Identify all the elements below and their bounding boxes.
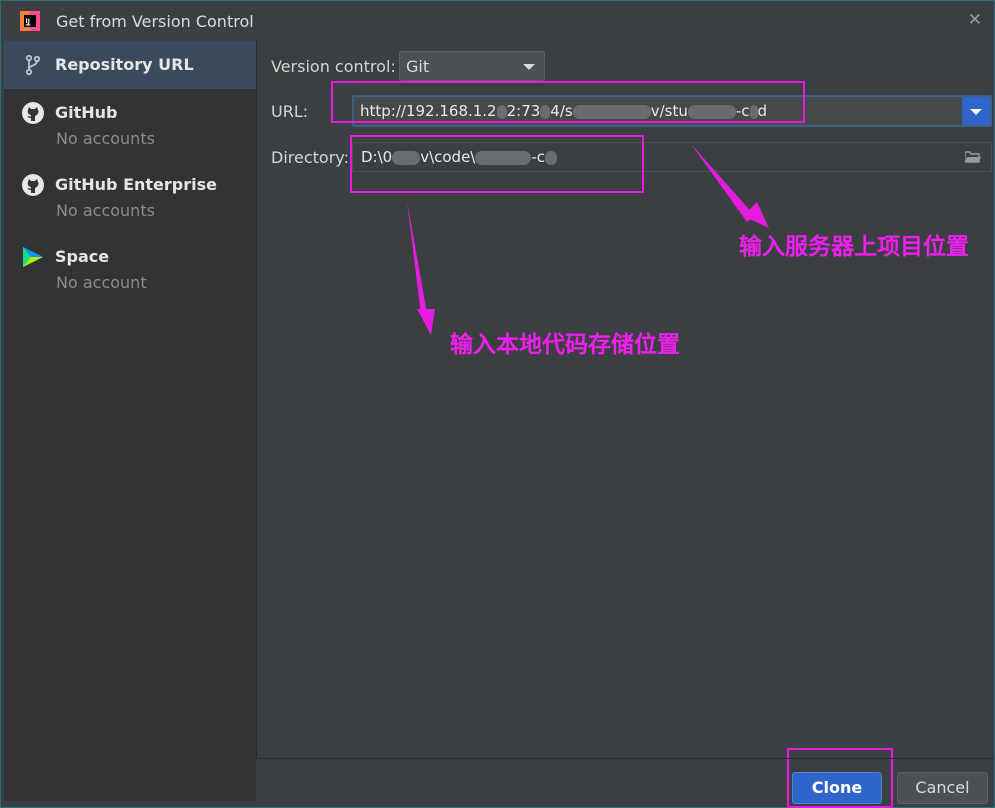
- sidebar-item-label: GitHub Enterprise: [55, 175, 217, 194]
- github-icon: [22, 174, 44, 196]
- close-icon[interactable]: ✕: [968, 10, 982, 30]
- svg-text:IJ: IJ: [26, 18, 30, 25]
- chevron-down-icon: [970, 109, 982, 115]
- space-icon: [23, 247, 43, 267]
- sidebar-item-label: Space: [55, 247, 110, 266]
- footer-divider: [257, 758, 994, 759]
- title-bar: IJ Get from Version Control ✕: [1, 1, 994, 41]
- sidebar-item-label: GitHub: [55, 103, 118, 122]
- cancel-button[interactable]: Cancel: [897, 772, 988, 804]
- sidebar-item-sublabel: No accounts: [56, 129, 155, 148]
- folder-icon[interactable]: [965, 151, 981, 163]
- clone-button[interactable]: Clone: [792, 772, 882, 804]
- url-history-button[interactable]: [962, 97, 990, 125]
- sidebar-item-sublabel: No account: [56, 273, 147, 292]
- version-control-value: Git: [406, 57, 430, 76]
- window-title: Get from Version Control: [56, 12, 254, 31]
- dialog-window: IJ Get from Version Control ✕ Repository…: [0, 0, 995, 808]
- sidebar-item-github[interactable]: GitHub No accounts: [4, 93, 256, 159]
- sidebar: Repository URL GitHub No accounts GitHub…: [4, 41, 256, 801]
- chevron-down-icon: [523, 64, 535, 70]
- github-icon: [22, 102, 44, 124]
- arrow-to-url-icon: [691, 144, 769, 228]
- sidebar-item-repository-url[interactable]: Repository URL: [4, 41, 256, 89]
- directory-label: Directory:: [271, 148, 349, 167]
- sidebar-item-github-enterprise[interactable]: GitHub Enterprise No accounts: [4, 165, 256, 231]
- panel-divider: [256, 41, 257, 759]
- version-control-select[interactable]: Git: [399, 51, 545, 81]
- local-location-annotation: 输入本地代码存储位置: [450, 332, 680, 358]
- branch-icon: [25, 54, 41, 76]
- url-highlight-box: [331, 81, 805, 123]
- server-location-annotation: 输入服务器上项目位置: [739, 234, 969, 260]
- sidebar-item-sublabel: No accounts: [56, 201, 155, 220]
- intellij-app-icon: IJ: [20, 11, 40, 31]
- directory-highlight-box: [350, 135, 644, 193]
- arrow-to-directory-icon: [407, 201, 435, 335]
- sidebar-item-label: Repository URL: [55, 55, 194, 74]
- sidebar-item-space[interactable]: Space No account: [4, 237, 256, 303]
- url-label: URL:: [271, 102, 309, 121]
- version-control-label: Version control:: [271, 57, 396, 76]
